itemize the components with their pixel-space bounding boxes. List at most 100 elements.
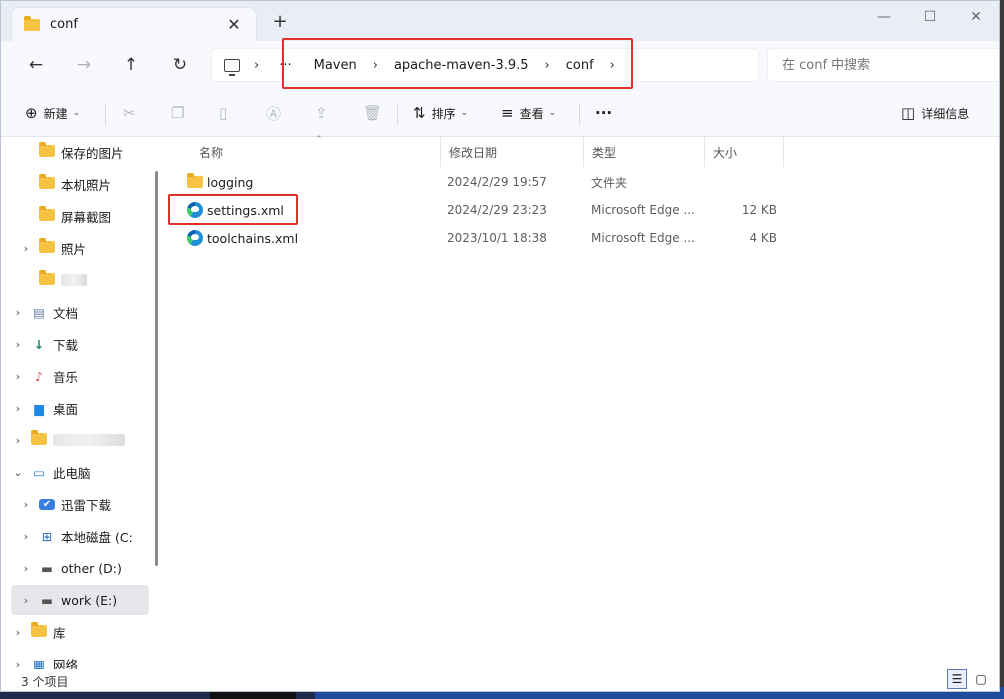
- delete-button[interactable]: 🗑: [363, 101, 388, 125]
- sidebar-item-label: 网络: [53, 657, 79, 670]
- up-button[interactable]: ↑: [118, 53, 144, 77]
- tiles-view-icon[interactable]: ▢: [971, 669, 991, 689]
- rename-button[interactable]: Ⓐ: [266, 101, 287, 125]
- chevron-right-icon[interactable]: ›: [11, 402, 25, 415]
- sidebar-item-label: 本地磁盘 (C:: [61, 529, 133, 545]
- sidebar-item-music[interactable]: › ♪ 音乐: [11, 361, 149, 391]
- table-row[interactable]: toolchains.xml 2023/10/1 18:38 Microsoft…: [165, 224, 805, 252]
- new-tab-button[interactable]: +: [269, 11, 291, 32]
- window-controls: — ☐ ✕: [861, 5, 999, 29]
- download-icon: ↓: [33, 336, 45, 352]
- back-button[interactable]: ←: [23, 53, 49, 77]
- windows-drive-icon: ⊞: [41, 528, 53, 544]
- file-type: Microsoft Edge ...: [591, 203, 695, 217]
- file-explorer-window: conf ✕ + — ☐ ✕ ← → ↑ ↻ › ··· Maven › apa…: [0, 0, 1000, 692]
- chevron-down-icon[interactable]: ⌄: [11, 466, 25, 479]
- drive-icon: ▬: [41, 560, 53, 576]
- file-type: 文件夹: [591, 175, 628, 190]
- table-row[interactable]: logging 2024/2/29 19:57 文件夹: [165, 168, 805, 196]
- chevron-right-icon[interactable]: ›: [11, 434, 25, 447]
- cut-button[interactable]: ✂: [123, 101, 142, 125]
- sidebar-item-downloads[interactable]: › ↓ 下载: [11, 329, 149, 359]
- close-tab-icon[interactable]: ✕: [224, 15, 244, 34]
- chevron-right-icon[interactable]: ›: [11, 658, 25, 670]
- folder-icon: [39, 141, 55, 157]
- search-input[interactable]: [767, 48, 999, 82]
- chevron-right-icon[interactable]: ›: [19, 530, 33, 543]
- desktop-icon: ▆: [34, 400, 44, 416]
- sidebar-item-desktop[interactable]: › ▆ 桌面: [11, 393, 149, 423]
- divider: [397, 103, 398, 125]
- chevron-right-icon[interactable]: ›: [11, 338, 25, 351]
- file-size: 4 KB: [749, 231, 777, 245]
- chevron-right-icon[interactable]: ›: [19, 242, 33, 255]
- highlight-box-settings: [168, 194, 298, 225]
- view-button[interactable]: ≡ 查看 ⌄: [501, 101, 556, 125]
- sidebar-item-saved-pictures[interactable]: 保存的图片: [11, 137, 149, 167]
- sidebar-item-label: 音乐: [53, 369, 79, 385]
- plus-circle-icon: ⊕: [25, 104, 38, 122]
- file-type: Microsoft Edge ...: [591, 231, 695, 245]
- new-button[interactable]: ⊕ 新建 ⌄: [25, 101, 80, 125]
- sidebar-item-libraries[interactable]: › 库: [11, 617, 149, 647]
- sidebar-item-network[interactable]: › ▦ 网络: [11, 649, 149, 670]
- sidebar-item-label: 本机照片: [61, 177, 112, 193]
- sidebar-item-label: work (E:): [61, 592, 118, 608]
- forward-button[interactable]: →: [71, 53, 97, 77]
- sidebar-item-documents[interactable]: › ▤ 文档: [11, 297, 149, 327]
- trash-icon: 🗑: [363, 104, 383, 122]
- divider: [105, 103, 106, 125]
- sidebar-item-camera-roll[interactable]: 本机照片: [11, 169, 149, 199]
- chevron-right-icon[interactable]: ›: [11, 306, 25, 319]
- music-icon: ♪: [35, 368, 43, 384]
- minimize-button[interactable]: —: [861, 5, 907, 29]
- more-options-button[interactable]: ···: [595, 101, 612, 125]
- copy-button[interactable]: ❐: [171, 101, 190, 125]
- sidebar-item-hidden-2[interactable]: ›: [11, 425, 149, 455]
- sidebar-scrollbar[interactable]: [155, 171, 158, 566]
- details-pane-icon: ◫: [901, 104, 916, 122]
- column-header-type[interactable]: 类型: [584, 137, 705, 167]
- chevron-right-icon[interactable]: ›: [19, 562, 33, 575]
- details-pane-button[interactable]: ◫ 详细信息: [901, 101, 969, 125]
- chevron-right-icon[interactable]: ›: [19, 498, 33, 511]
- sidebar-item-label: 下载: [53, 337, 79, 353]
- file-name: toolchains.xml: [207, 230, 299, 246]
- maximize-button[interactable]: ☐: [907, 5, 953, 29]
- column-header-name[interactable]: 名称: [191, 137, 441, 167]
- sidebar-item-drive-c[interactable]: › ⊞ 本地磁盘 (C:: [11, 521, 149, 551]
- chevron-down-icon: ⌄: [548, 108, 557, 118]
- close-window-button[interactable]: ✕: [953, 5, 999, 29]
- new-label: 新建: [43, 106, 68, 121]
- sidebar-item-drive-e[interactable]: › ▬ work (E:): [11, 585, 149, 615]
- sort-button[interactable]: ⇅ 排序 ⌄: [413, 101, 468, 125]
- redacted-label: [61, 274, 87, 286]
- folder-icon: [24, 15, 40, 31]
- chevron-right-icon[interactable]: ›: [11, 626, 25, 639]
- sidebar-item-photos[interactable]: › 照片: [11, 233, 149, 263]
- sidebar-item-label: 桌面: [53, 401, 79, 417]
- chevron-right-icon[interactable]: ›: [11, 370, 25, 383]
- paste-button[interactable]: ▯: [219, 101, 233, 125]
- view-toggle: ☰ ▢: [947, 669, 991, 689]
- column-header-size[interactable]: 大小: [705, 137, 784, 167]
- sidebar-item-this-pc[interactable]: ⌄ ▭ 此电脑: [11, 457, 149, 487]
- sidebar-item-label: 此电脑: [53, 465, 91, 481]
- tab-conf[interactable]: conf ✕: [11, 7, 257, 41]
- sidebar-item-drive-d[interactable]: › ▬ other (D:): [11, 553, 149, 583]
- document-icon: ▤: [33, 304, 45, 320]
- computer-icon: ▭: [33, 464, 45, 480]
- refresh-button[interactable]: ↻: [167, 53, 193, 77]
- redacted-label: [53, 434, 125, 446]
- details-view-icon[interactable]: ☰: [947, 669, 967, 689]
- share-button[interactable]: ⇪: [315, 101, 334, 125]
- sidebar-item-hidden[interactable]: [11, 265, 149, 295]
- column-header-modified[interactable]: 修改日期: [441, 137, 584, 167]
- chevron-right-icon[interactable]: ›: [19, 594, 33, 607]
- sidebar-item-thunder[interactable]: › ✔ 迅雷下载: [11, 489, 149, 519]
- sidebar-item-screenshots[interactable]: 屏幕截图: [11, 201, 149, 231]
- item-count: 3 个项目: [21, 674, 69, 689]
- view-label: 查看: [519, 106, 544, 121]
- drive-icon: ▬: [41, 592, 53, 608]
- file-size: 12 KB: [741, 203, 777, 217]
